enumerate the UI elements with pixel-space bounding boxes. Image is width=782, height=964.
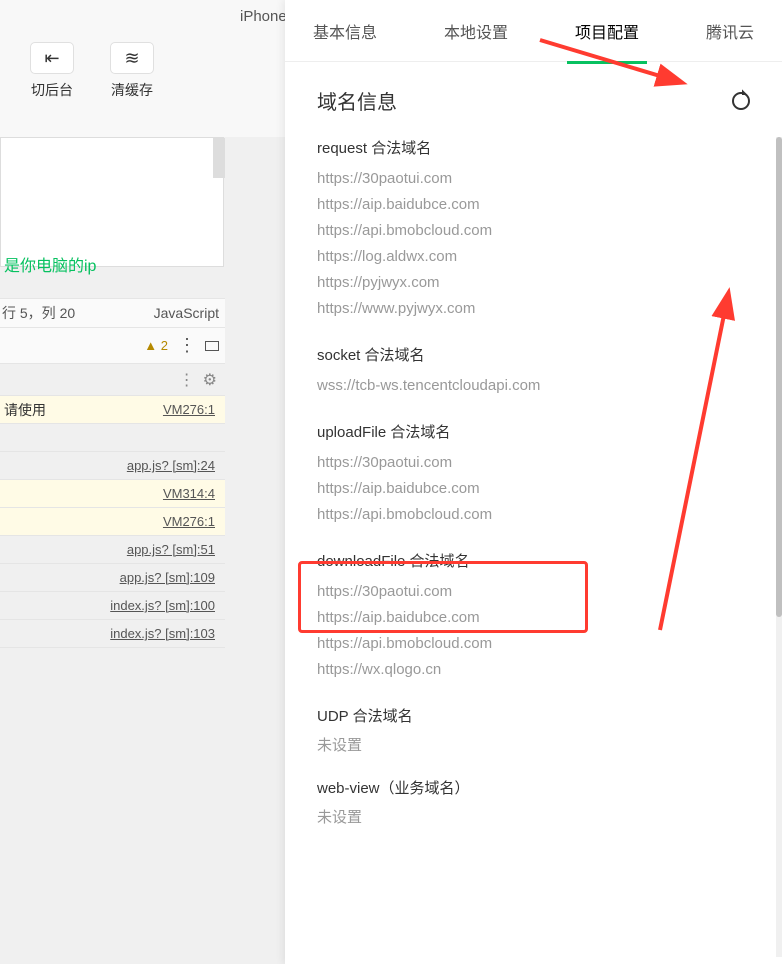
panel-tab-1[interactable]: 本地设置	[436, 0, 516, 63]
domain-item: https://30paotui.com	[317, 450, 750, 476]
language-label: JavaScript	[154, 305, 225, 321]
code-editor-area	[0, 137, 224, 267]
panel-toggle-icon[interactable]	[205, 341, 219, 351]
scrollbar-thumb[interactable]	[776, 137, 782, 617]
panel-tab-3[interactable]: 腾讯云	[698, 0, 762, 63]
domain-item: https://30paotui.com	[317, 579, 750, 605]
ip-hint-text: 是你电脑的ip	[0, 252, 96, 276]
domain-item: https://api.bmobcloud.com	[317, 502, 750, 528]
log-source-link[interactable]: app.js? [sm]:109	[120, 570, 215, 585]
domain-item: https://www.pyjwyx.com	[317, 296, 750, 322]
domain-group-4: UDP 合法域名未设置	[317, 705, 750, 755]
log-source-link[interactable]: app.js? [sm]:51	[127, 542, 215, 557]
domain-group-label: request 合法域名	[317, 137, 750, 158]
domain-group-label: socket 合法域名	[317, 344, 750, 365]
refresh-icon[interactable]	[732, 92, 750, 110]
log-source-link[interactable]: VM314:4	[163, 486, 215, 501]
domain-item: https://log.aldwx.com	[317, 244, 750, 270]
domain-group-label: downloadFile 合法域名	[317, 550, 750, 571]
panel-tab-2[interactable]: 项目配置	[567, 0, 647, 63]
more-icon[interactable]: ⋮	[179, 370, 195, 390]
log-row[interactable]: 请使用 VM276:1	[0, 396, 225, 424]
panel-body[interactable]: 域名信息 request 合法域名https://30paotui.comhtt…	[285, 62, 782, 964]
log-source-link[interactable]: VM276:1	[163, 514, 215, 529]
log-source-link[interactable]: VM276:1	[163, 402, 215, 417]
toolbar-item-1[interactable]: ≋ 清缓存	[110, 42, 154, 100]
scrollbar[interactable]	[776, 137, 782, 957]
log-source-link[interactable]: app.js? [sm]:24	[127, 458, 215, 473]
warning-count[interactable]: ▲ 2	[144, 338, 168, 353]
log-source-link[interactable]: index.js? [sm]:103	[110, 626, 215, 641]
console-log-list: 请使用 VM276:1 app.js? [sm]:24 VM314:4 VM276:1 a…	[0, 396, 225, 648]
panel-tab-0[interactable]: 基本信息	[305, 0, 385, 63]
domain-item: https://api.bmobcloud.com	[317, 218, 750, 244]
log-row[interactable]: index.js? [sm]:100	[0, 592, 225, 620]
toolbar-label: 切后台	[31, 80, 73, 100]
cursor-position: 行 5，列 20	[0, 303, 75, 323]
toolbar-button-icon[interactable]: ≋	[110, 42, 154, 74]
gear-icon[interactable]: ⚙	[203, 370, 217, 390]
log-text: 请使用	[4, 400, 46, 420]
toolbar-item-0[interactable]: ⇤ 切后台	[30, 42, 74, 100]
domain-item: wss://tcb-ws.tencentcloudapi.com	[317, 373, 750, 399]
domain-group-3: downloadFile 合法域名https://30paotui.comhtt…	[317, 550, 750, 683]
console-settings-row: ⋮ ⚙	[0, 364, 225, 396]
details-panel: 基本信息本地设置项目配置腾讯云 域名信息 request 合法域名 https:/…	[285, 0, 782, 964]
panel-tabs: 基本信息本地设置项目配置腾讯云	[285, 0, 782, 62]
domain-item: https://aip.baidubce.com	[317, 605, 750, 631]
domain-item: https://wx.qlogo.cn	[317, 657, 750, 683]
domain-group-2: uploadFile 合法域名https://30paotui.comhttps…	[317, 421, 750, 528]
section-title: 域名信息	[317, 86, 397, 115]
log-source-link[interactable]: index.js? [sm]:100	[110, 598, 215, 613]
log-row[interactable]: app.js? [sm]:109	[0, 564, 225, 592]
log-row[interactable]: app.js? [sm]:51	[0, 536, 225, 564]
more-icon[interactable]: ⋮	[178, 335, 195, 356]
domain-group-label: UDP 合法域名	[317, 705, 750, 726]
log-row[interactable]: app.js? [sm]:24	[0, 452, 225, 480]
domain-group-5: web-view（业务域名） 未设置	[317, 777, 750, 827]
domain-item: https://30paotui.com	[317, 166, 750, 192]
log-row[interactable]: VM276:1	[0, 508, 225, 536]
domain-item: https://aip.baidubce.com	[317, 476, 750, 502]
domain-item: https://pyjwyx.com	[317, 270, 750, 296]
toolbar-label: 清缓存	[111, 80, 153, 100]
domain-item: https://aip.baidubce.com	[317, 192, 750, 218]
editor-status-bar: 行 5，列 20 JavaScript	[0, 298, 225, 328]
log-row[interactable]: VM314:4	[0, 480, 225, 508]
log-row[interactable]: index.js? [sm]:103	[0, 620, 225, 648]
domain-item: https://api.bmobcloud.com	[317, 631, 750, 657]
domain-group-1: socket 合法域名 wss://tcb-ws.tencentcloudapi.…	[317, 344, 750, 399]
domain-unset: 未设置	[317, 734, 750, 755]
toolbar-button-icon[interactable]: ⇤	[30, 42, 74, 74]
domain-unset: 未设置	[317, 806, 750, 827]
console-status-bar: ▲ 2 ⋮	[0, 328, 225, 364]
domain-group-label: uploadFile 合法域名	[317, 421, 750, 442]
domain-group-label: web-view（业务域名）	[317, 777, 750, 798]
log-row[interactable]	[0, 424, 225, 452]
domain-group-0: request 合法域名https://30paotui.comhttps://…	[317, 137, 750, 322]
device-label: iPhone	[240, 8, 287, 25]
